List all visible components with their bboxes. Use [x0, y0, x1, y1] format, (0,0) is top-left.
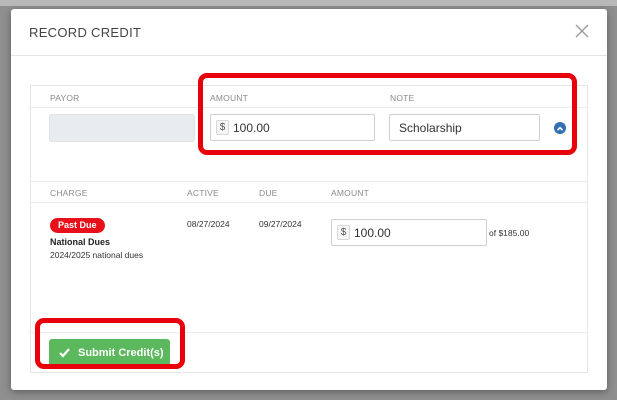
amount-header: AMOUNT	[210, 93, 249, 103]
close-button[interactable]	[573, 22, 591, 40]
modal-header: RECORD CREDIT	[11, 9, 607, 56]
close-icon	[575, 24, 589, 38]
chevron-up-circle-icon[interactable]	[554, 122, 566, 134]
status-badge: Past Due	[50, 218, 105, 233]
modal-title: RECORD CREDIT	[29, 25, 142, 40]
check-icon	[59, 348, 70, 358]
note-value: Scholarship	[399, 121, 462, 135]
divider	[31, 107, 587, 108]
due-header: DUE	[259, 188, 278, 198]
charge-header: CHARGE	[50, 188, 88, 198]
submit-credits-button[interactable]: Submit Credit(s)	[49, 339, 170, 367]
charge-amount-input[interactable]: $ 100.00	[331, 219, 487, 246]
submit-label: Submit Credit(s)	[78, 347, 164, 359]
charge-amount-header: AMOUNT	[331, 188, 370, 198]
divider	[31, 202, 587, 203]
note-header: NOTE	[390, 93, 415, 103]
amount-value: 100.00	[233, 121, 270, 135]
active-date: 08/27/2024	[187, 219, 230, 229]
charge-name: National Dues	[50, 237, 111, 247]
amount-input[interactable]: $ 100.00	[210, 114, 375, 141]
divider	[31, 181, 587, 182]
backdrop	[0, 0, 617, 6]
due-date: 09/27/2024	[259, 219, 302, 229]
payor-field[interactable]	[49, 114, 195, 142]
payor-header: PAYOR	[50, 93, 80, 103]
charge-total: of $185.00	[489, 228, 530, 238]
credit-panel: PAYOR AMOUNT NOTE $ 100.00 Scholarship C…	[30, 85, 588, 373]
currency-addon: $	[337, 225, 350, 240]
charge-amount-value: 100.00	[354, 226, 391, 240]
divider	[31, 332, 587, 333]
active-header: ACTIVE	[187, 188, 219, 198]
record-credit-modal: RECORD CREDIT PAYOR AMOUNT NOTE $ 100.00…	[11, 9, 607, 390]
currency-addon: $	[216, 120, 229, 135]
charge-description: 2024/2025 national dues	[50, 250, 144, 260]
note-input[interactable]: Scholarship	[389, 114, 540, 141]
